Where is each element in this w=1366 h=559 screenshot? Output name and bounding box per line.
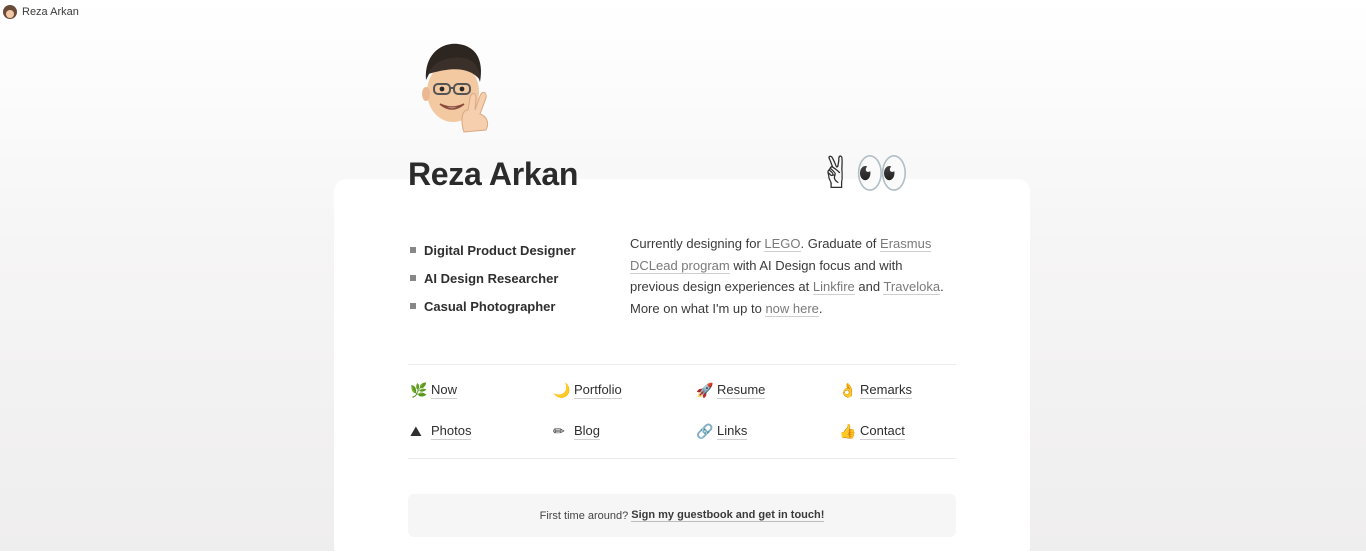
nav-grid: 🌿 Now 🌙 Portfolio 🚀 Resume 👌 Remarks ⛰ Photos… xyxy=(410,378,958,444)
traveloka-link[interactable]: Traveloka xyxy=(883,279,941,296)
linkfire-link[interactable]: Linkfire xyxy=(812,279,855,296)
peace-eyes-emoji-icon: ✌👀 xyxy=(818,148,910,199)
ok-hand-icon: 👌 xyxy=(839,382,857,399)
thumbs-up-icon: 👍 xyxy=(839,423,857,440)
nav-link-resume[interactable]: 🚀 Resume xyxy=(696,378,839,403)
herb-icon: 🌿 xyxy=(410,382,428,399)
role-item: AI Design Researcher xyxy=(410,264,576,292)
nav-link-blog[interactable]: ✏ Blog xyxy=(553,419,696,444)
lego-link[interactable]: LEGO xyxy=(764,236,801,252)
square-bullet-icon xyxy=(410,275,416,281)
bio-paragraph: Currently designing for LEGO. Graduate o… xyxy=(630,236,944,318)
guestbook-link[interactable]: Sign my guestbook and get in touch! xyxy=(631,509,825,522)
avatar-icon xyxy=(3,5,17,19)
memoji-avatar xyxy=(420,40,498,135)
divider xyxy=(408,364,956,365)
nav-link-links[interactable]: 🔗 Links xyxy=(696,419,839,444)
guestbook-callout: First time around? Sign my guestbook and… xyxy=(408,494,956,537)
divider xyxy=(408,458,956,459)
roles-list: Digital Product Designer AI Design Resea… xyxy=(410,236,576,320)
role-item: Digital Product Designer xyxy=(410,236,576,264)
moon-icon: 🌙 xyxy=(553,382,571,399)
pencil-icon: ✏ xyxy=(553,423,565,440)
nav-link-photos[interactable]: ⛰ Photos xyxy=(410,419,553,444)
top-bar: Reza Arkan xyxy=(3,3,79,21)
link-icon: 🔗 xyxy=(696,423,714,440)
now-here-link[interactable]: now here xyxy=(765,301,819,318)
page-title: Reza Arkan xyxy=(408,156,579,192)
mountain-icon: ⛰ xyxy=(410,423,422,440)
nav-link-contact[interactable]: 👍 Contact xyxy=(839,419,958,444)
nav-link-portfolio[interactable]: 🌙 Portfolio xyxy=(553,378,696,403)
site-name[interactable]: Reza Arkan xyxy=(22,6,79,18)
guestbook-prompt: First time around? xyxy=(539,509,629,522)
nav-link-remarks[interactable]: 👌 Remarks xyxy=(839,378,958,403)
rocket-icon: 🚀 xyxy=(696,382,714,399)
square-bullet-icon xyxy=(410,303,416,309)
square-bullet-icon xyxy=(410,247,416,253)
role-item: Casual Photographer xyxy=(410,292,576,320)
nav-link-now[interactable]: 🌿 Now xyxy=(410,378,553,403)
